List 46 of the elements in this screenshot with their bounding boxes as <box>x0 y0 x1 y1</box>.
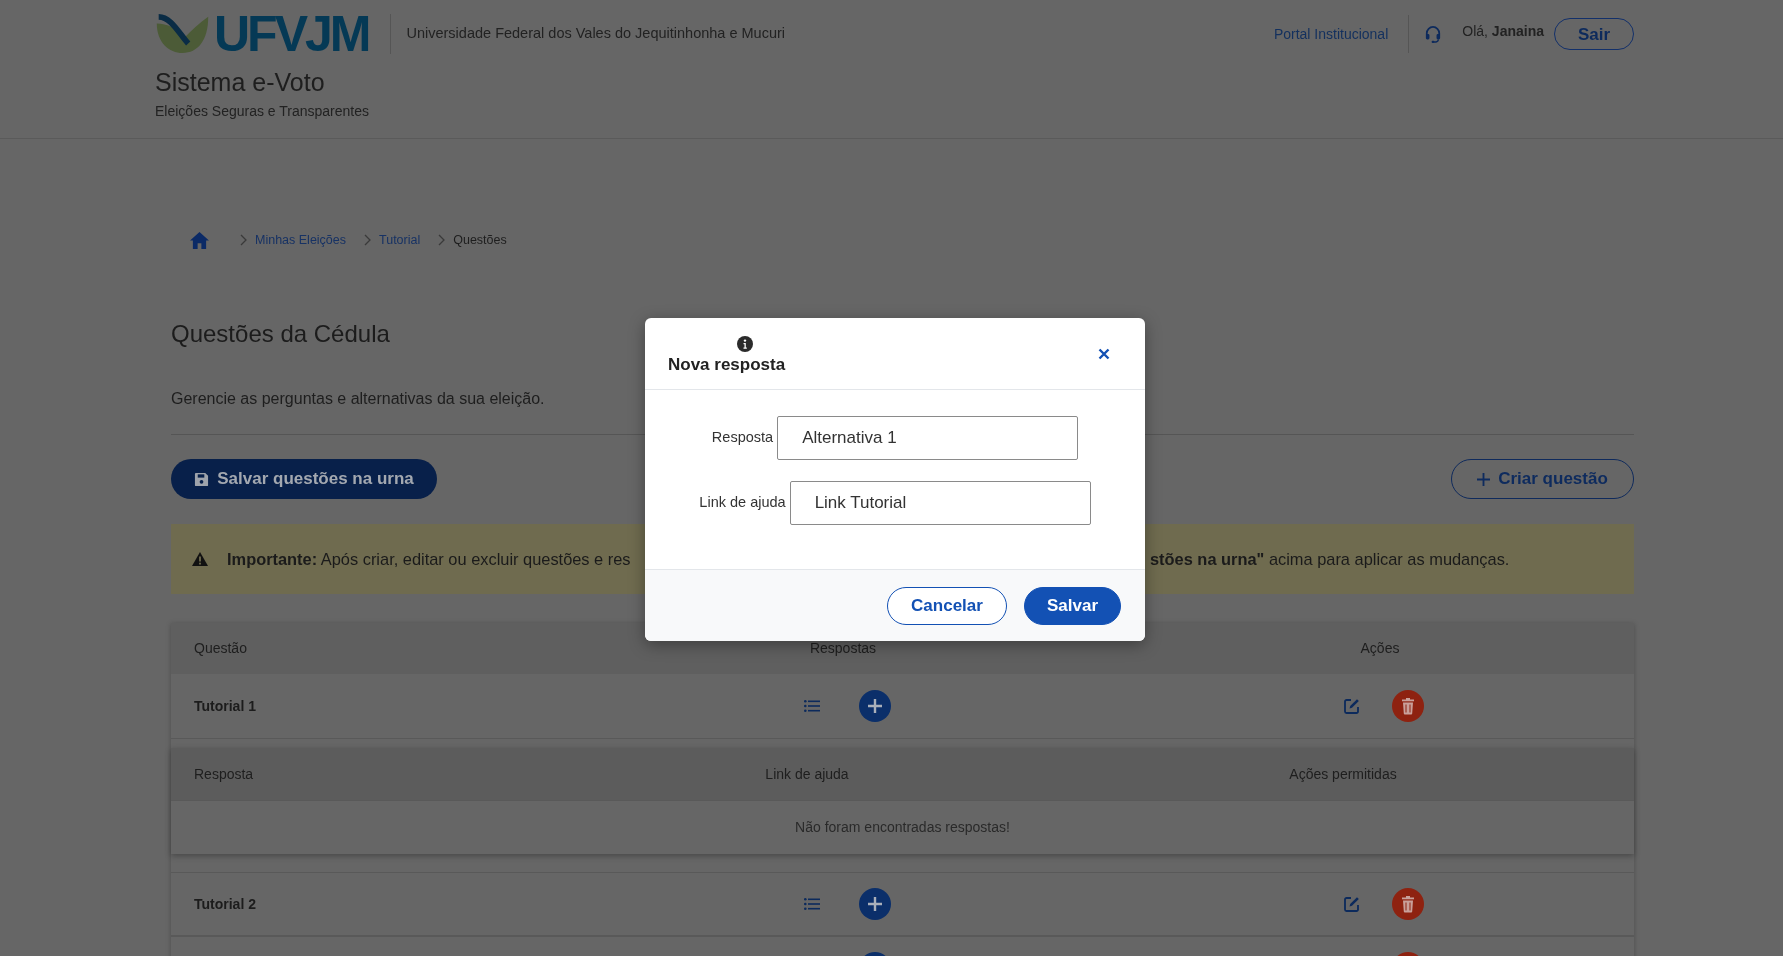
input-field[interactable]: Alternativa 1 <box>777 416 1079 460</box>
university-name: Universidade Federal dos Vales do Jequitinhonha e Mucuri <box>406 24 786 44</box>
cancel-button[interactable]: Cancelar <box>887 586 1007 625</box>
column-header: Ações permitidas <box>1289 765 1397 782</box>
info-icon <box>737 336 753 352</box>
edit-icon[interactable] <box>1344 698 1360 714</box>
floppy-icon <box>194 471 210 487</box>
field-label: Link de ajuda <box>699 493 786 513</box>
page-subtitle: Gerencie as perguntas e alternativas da sua eleição. <box>171 389 545 409</box>
chevron-icon <box>438 234 446 246</box>
trash-icon[interactable] <box>1392 690 1424 722</box>
chevron-icon <box>240 234 247 246</box>
trash-icon[interactable] <box>1392 888 1424 920</box>
column-header: Respostas <box>809 640 877 656</box>
greeting-text: Olá, Janaina <box>1462 21 1544 41</box>
question-cell: Tutorial 1 <box>194 697 256 714</box>
save-button[interactable]: Salvar <box>1024 586 1121 625</box>
list-icon[interactable] <box>803 898 820 910</box>
plus-icon <box>1477 472 1491 486</box>
page-title: Questões da Cédula <box>171 319 390 348</box>
headset-icon[interactable] <box>1425 25 1442 43</box>
breadcrumb-current: Questões <box>453 231 507 249</box>
save-urn-button[interactable]: Salvar questões na urna <box>171 459 437 499</box>
column-header: Link de ajuda <box>765 765 849 782</box>
dialog-title: Nova resposta <box>668 355 786 375</box>
tagline: Eleições Seguras e Transparentes <box>155 102 369 120</box>
system-title: Sistema e-Voto <box>155 69 325 97</box>
logo-text: UFVJM <box>214 9 369 59</box>
column-header: Resposta <box>194 765 254 782</box>
column-header: Questão <box>194 640 247 656</box>
add-icon[interactable] <box>858 690 891 722</box>
field-label: Resposta <box>711 428 774 448</box>
home-icon[interactable] <box>190 231 209 249</box>
alert-text: Importante: Após criar, editar ou excluir questões e res <box>227 548 632 570</box>
warning-icon <box>192 552 208 566</box>
alert-text: stões na urna" acima para aplicar as mudanças. <box>1150 548 1510 570</box>
input-field[interactable]: Link Tutorial <box>789 481 1091 525</box>
leaf-logo-icon <box>155 14 210 54</box>
list-icon[interactable] <box>803 700 820 712</box>
edit-icon[interactable] <box>1344 896 1360 912</box>
column-header: Ações <box>1360 640 1400 656</box>
close-icon[interactable] <box>1098 348 1110 360</box>
chevron-icon <box>364 234 371 246</box>
add-icon[interactable] <box>858 888 891 920</box>
empty-message: Não foram encontradas respostas! <box>795 818 1010 837</box>
question-cell: Tutorial 2 <box>194 895 256 912</box>
